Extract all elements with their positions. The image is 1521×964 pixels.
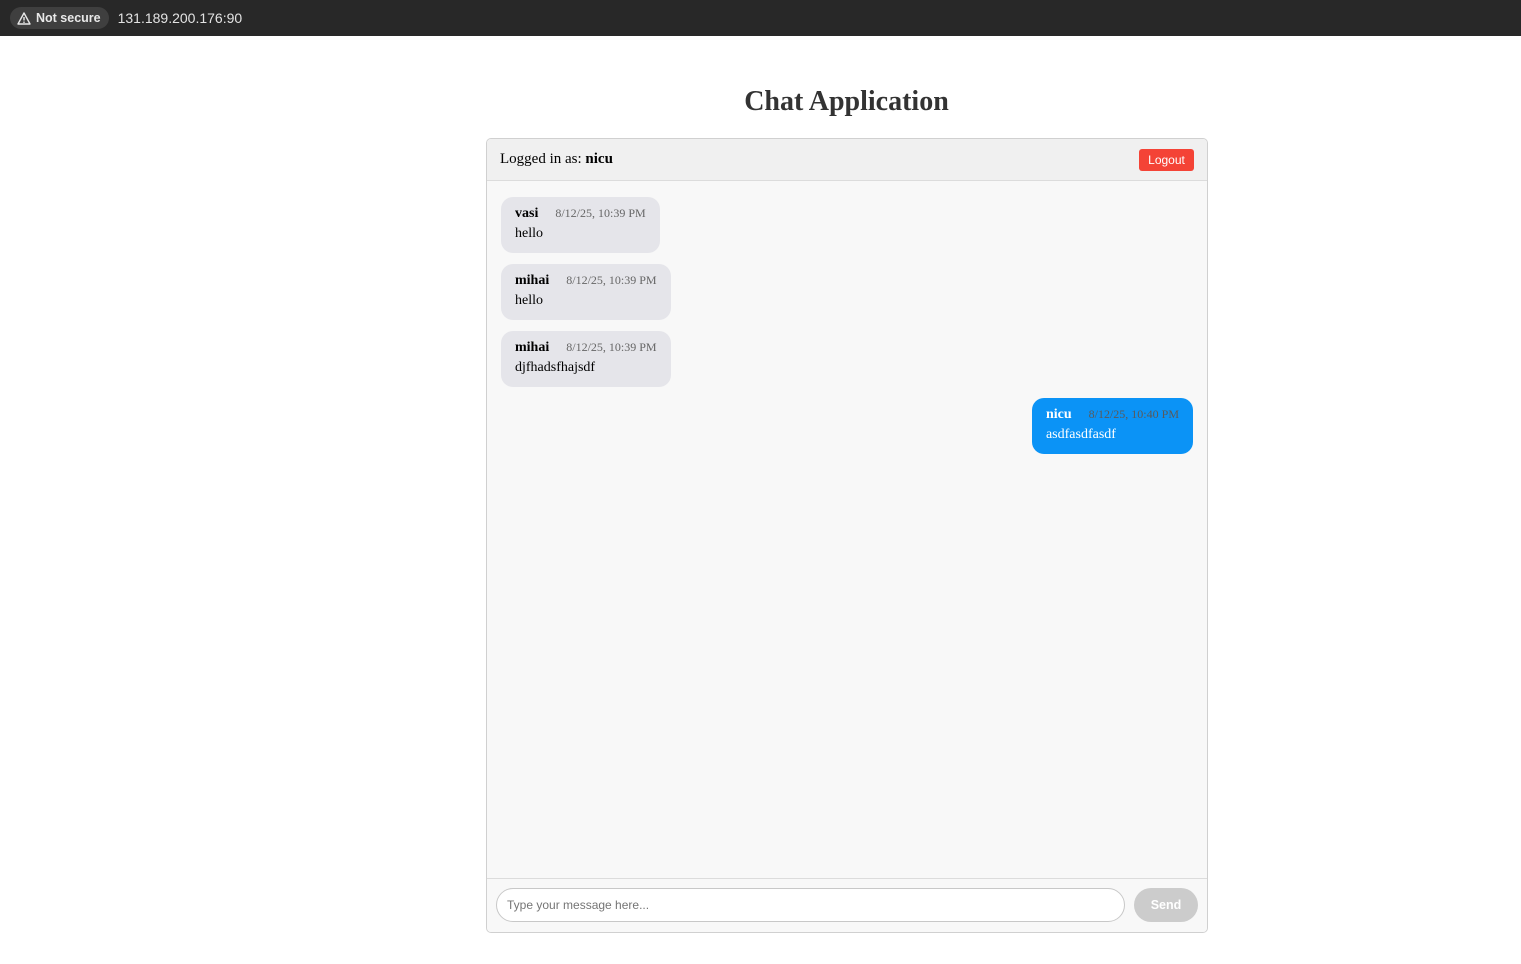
browser-toolbar: Not secure 131.189.200.176:90: [0, 0, 1521, 43]
message-text: djfhadsfhajsdf: [515, 360, 596, 375]
page-title: Chat Application: [744, 86, 949, 117]
security-indicator[interactable]: Not secure: [10, 7, 109, 29]
message-text: hello: [515, 226, 543, 241]
own-message-item: nicu 8/12/25, 10:40 PM asdfasdfasdf: [1031, 398, 1193, 454]
message-item: vasi 8/12/25, 10:39 PM hello: [501, 197, 660, 253]
message-author: mihai: [515, 273, 550, 288]
logout-button[interactable]: Logout: [1139, 149, 1194, 171]
message-author: mihai: [515, 340, 550, 355]
logged-in-status: Logged in as: nicu: [500, 151, 613, 168]
address-bar[interactable]: Not secure 131.189.200.176:90: [0, 0, 1521, 36]
message-author: vasi: [515, 206, 539, 221]
message-timestamp: 8/12/25, 10:39 PM: [566, 273, 657, 287]
composer: Send: [487, 878, 1207, 932]
message-author: nicu: [1045, 407, 1072, 422]
message-item: mihai 8/12/25, 10:39 PM djfhadsfhajsdf: [501, 331, 671, 387]
message-item: mihai 8/12/25, 10:39 PM hello: [501, 264, 671, 320]
logged-in-prefix: Logged in as:: [500, 151, 582, 167]
message-list[interactable]: vasi 8/12/25, 10:39 PM hello mihai 8/12/…: [487, 182, 1207, 880]
security-label: Not secure: [36, 11, 101, 25]
message-text: asdfasdfasdf: [1045, 427, 1116, 442]
message-input[interactable]: [496, 888, 1125, 922]
message-timestamp: 8/12/25, 10:39 PM: [566, 340, 657, 354]
chat-header: Logged in as: nicu Logout: [487, 139, 1207, 181]
message-text: hello: [515, 293, 543, 308]
url-text[interactable]: 131.189.200.176:90: [118, 10, 243, 26]
message-timestamp: 8/12/25, 10:40 PM: [1088, 407, 1179, 421]
message-timestamp: 8/12/25, 10:39 PM: [555, 206, 646, 220]
send-button[interactable]: Send: [1134, 888, 1198, 922]
chat-container: Logged in as: nicu Logout vasi 8/12/25, …: [486, 138, 1208, 933]
current-username: nicu: [585, 151, 613, 167]
warning-triangle-icon: [17, 11, 31, 25]
